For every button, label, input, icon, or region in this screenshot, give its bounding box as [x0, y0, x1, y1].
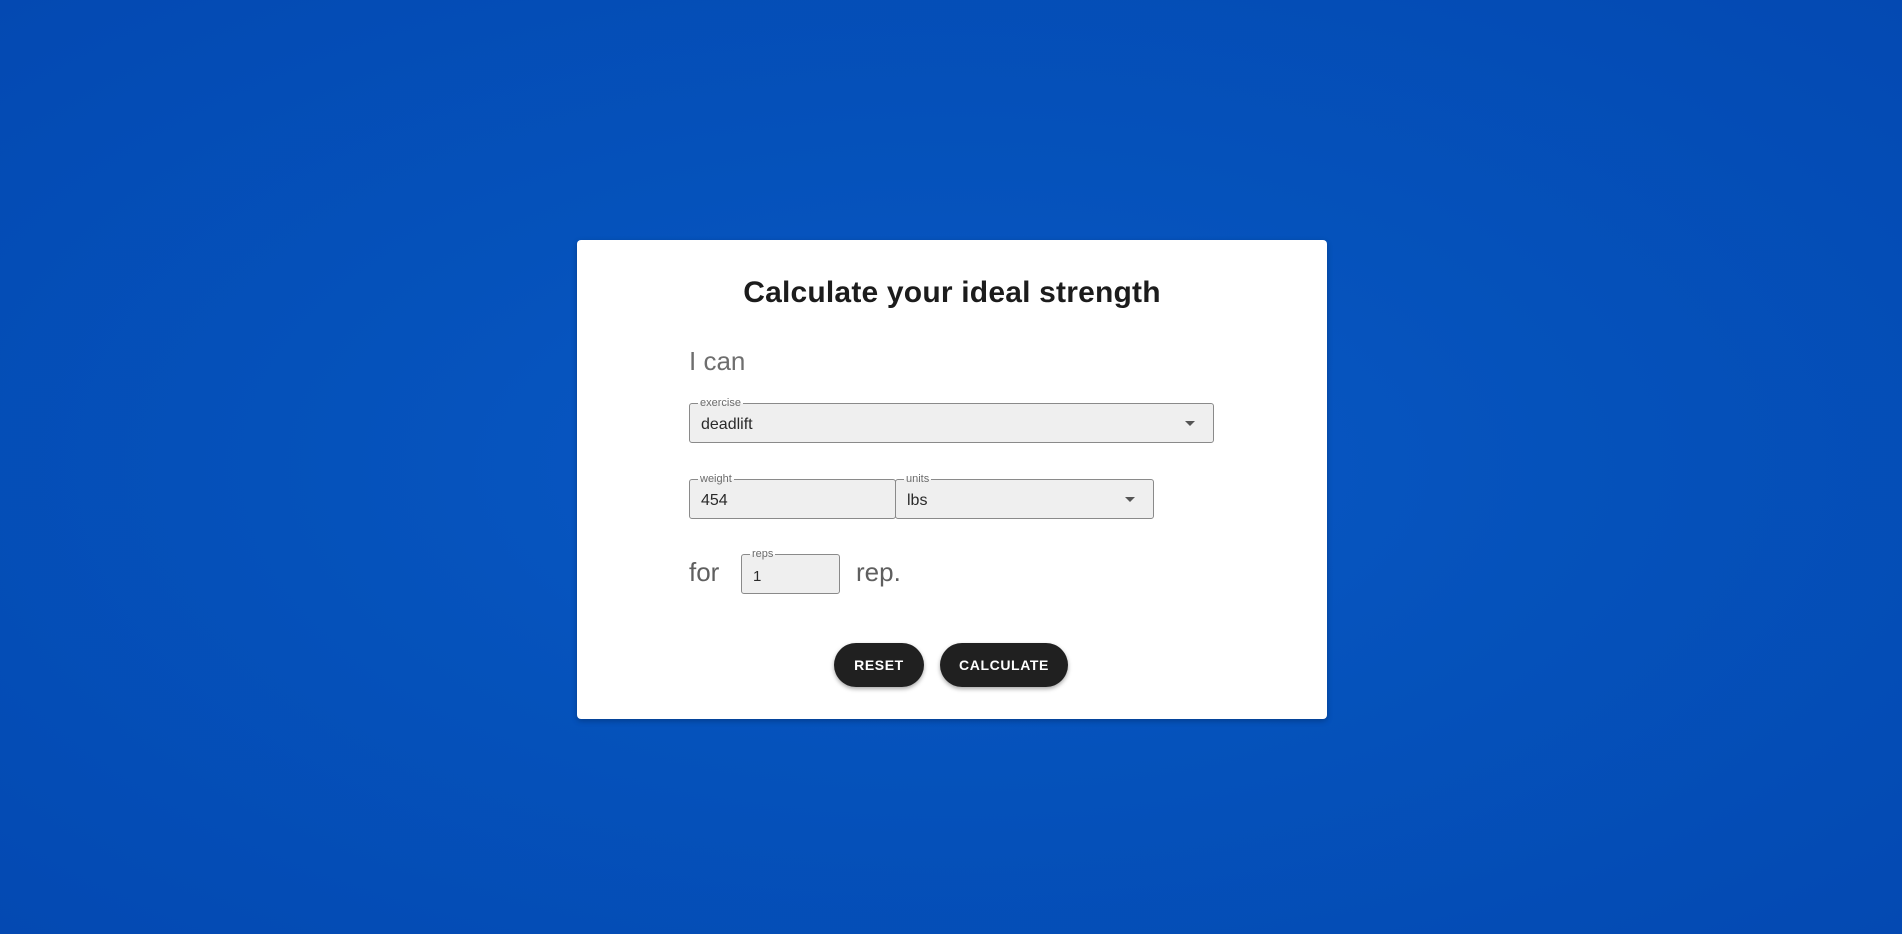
- exercise-label: exercise: [698, 396, 743, 410]
- units-value: lbs: [907, 492, 928, 509]
- rep-text: rep.: [856, 557, 901, 587]
- weight-input[interactable]: weight 454: [689, 472, 896, 519]
- calculate-button[interactable]: CALCULATE: [940, 643, 1068, 687]
- calculator-card: Calculate your ideal strength I can exer…: [577, 240, 1327, 719]
- exercise-value: deadlift: [701, 416, 753, 433]
- reps-label: reps: [750, 547, 776, 561]
- reset-button[interactable]: RESET: [834, 643, 924, 687]
- caret-down-icon: [1125, 497, 1135, 502]
- lead-text: I can: [689, 346, 746, 376]
- reps-input[interactable]: reps 1: [741, 547, 840, 594]
- weight-value: 454: [701, 492, 728, 509]
- reps-value: 1: [753, 568, 762, 585]
- for-text: for: [689, 557, 720, 587]
- caret-down-icon: [1185, 421, 1195, 426]
- weight-label: weight: [698, 472, 734, 486]
- page-title: Calculate your ideal strength: [743, 276, 1161, 309]
- exercise-select[interactable]: exercise deadlift: [689, 396, 1214, 443]
- units-label: units: [904, 472, 932, 486]
- units-select[interactable]: units lbs: [895, 472, 1154, 519]
